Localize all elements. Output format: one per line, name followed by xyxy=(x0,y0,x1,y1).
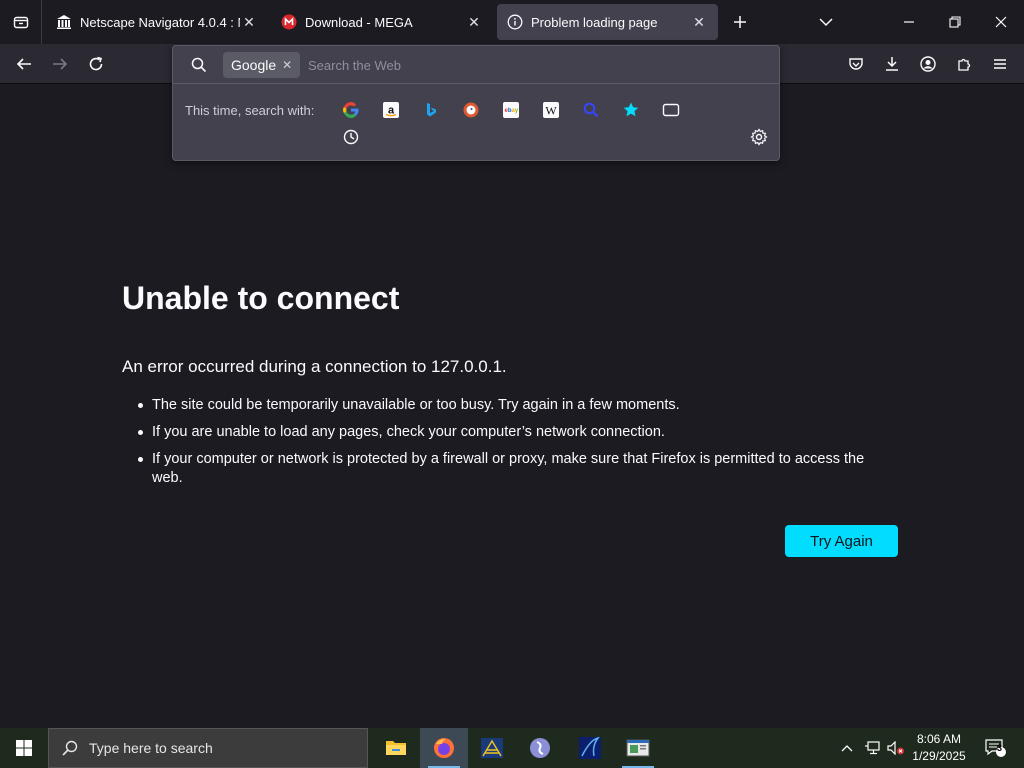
clock-date: 1/29/2025 xyxy=(912,749,966,763)
urlbar-input[interactable]: Search the Web xyxy=(308,58,401,73)
urlbar-search-panel: Google ✕ Search the Web This time, searc… xyxy=(172,45,780,161)
list-item: If your computer or network is protected… xyxy=(136,450,896,488)
windows-taskbar: Type here to search 8:06 AM 1/29/2025 3 xyxy=(0,728,1024,768)
firefox-icon xyxy=(434,738,454,758)
urlbar-input-row: Google ✕ Search the Web xyxy=(173,46,779,84)
volume-muted-icon xyxy=(887,741,904,755)
tab-strip: Netscape Navigator 4.0.4 : Netscape ✕ Do… xyxy=(0,0,1024,44)
close-tab-icon[interactable]: ✕ xyxy=(690,13,708,31)
bookmarks-star-icon[interactable] xyxy=(619,98,643,122)
app-logo-icon xyxy=(530,738,550,758)
back-button[interactable] xyxy=(8,48,40,80)
minimize-icon xyxy=(904,21,914,23)
network-tray-button[interactable] xyxy=(860,728,884,768)
search-settings-gear-icon[interactable] xyxy=(747,125,771,149)
firefox-taskbar-button[interactable] xyxy=(420,728,468,768)
start-button[interactable] xyxy=(0,728,48,768)
remove-engine-icon[interactable]: ✕ xyxy=(282,58,292,72)
tab-title: Netscape Navigator 4.0.4 : Netscape xyxy=(80,14,240,30)
restore-icon xyxy=(949,16,961,28)
search-engine-chip[interactable]: Google ✕ xyxy=(223,52,301,78)
tab-mega[interactable]: Download - MEGA ✕ xyxy=(271,4,493,40)
pocket-button[interactable] xyxy=(840,48,872,80)
tab-title: Problem loading page xyxy=(531,14,658,30)
tab-netscape[interactable]: Netscape Navigator 4.0.4 : Netscape ✕ xyxy=(46,4,268,40)
netscape-icon xyxy=(579,736,601,759)
mascot-app-taskbar-button[interactable] xyxy=(516,728,564,768)
search-icon xyxy=(191,57,207,78)
clock-time: 8:06 AM xyxy=(916,732,962,746)
close-tab-icon[interactable]: ✕ xyxy=(240,13,258,31)
tab-title: Download - MEGA xyxy=(305,14,413,30)
arrow-left-icon xyxy=(16,58,31,70)
error-suggestions: The site could be temporarily unavailabl… xyxy=(136,396,896,496)
taskbar-search-box[interactable]: Type here to search xyxy=(48,728,368,768)
hamburger-icon xyxy=(994,59,1006,69)
forward-button[interactable] xyxy=(44,48,76,80)
folder-icon xyxy=(386,741,406,755)
bing-icon[interactable] xyxy=(419,98,443,122)
google-icon[interactable] xyxy=(339,98,363,122)
close-window-button[interactable] xyxy=(978,0,1024,44)
show-hidden-icons-button[interactable] xyxy=(836,728,858,768)
duckduckgo-icon[interactable] xyxy=(459,98,483,122)
notification-center-button[interactable]: 3 xyxy=(978,728,1012,768)
document-window-icon xyxy=(626,739,650,757)
close-icon xyxy=(995,16,1007,28)
app-menu-button[interactable] xyxy=(984,48,1016,80)
reload-icon xyxy=(89,56,103,71)
search-icon xyxy=(62,740,78,756)
netscape-taskbar-button[interactable] xyxy=(566,728,614,768)
list-item: The site could be temporarily unavailabl… xyxy=(136,396,896,415)
error-title: Unable to connect xyxy=(122,280,400,316)
file-explorer-taskbar-button[interactable] xyxy=(372,728,420,768)
museum-icon xyxy=(57,15,71,29)
tab-overflow-button[interactable] xyxy=(803,0,849,44)
list-all-tabs-button[interactable] xyxy=(0,0,42,44)
tab-problem-loading[interactable]: Problem loading page ✕ xyxy=(497,4,718,40)
info-icon xyxy=(507,14,523,30)
mega-icon xyxy=(281,14,297,30)
tabs-icon[interactable] xyxy=(659,98,683,122)
download-icon xyxy=(886,57,898,71)
notification-icon xyxy=(985,739,1006,757)
account-button[interactable] xyxy=(912,48,944,80)
close-tab-icon[interactable]: ✕ xyxy=(465,13,483,31)
notification-count-badge: 3 xyxy=(997,743,1003,753)
svg-text:ebay: ebay xyxy=(505,108,519,114)
reload-button[interactable] xyxy=(80,48,112,80)
error-subtitle: An error occurred during a connection to… xyxy=(122,357,507,376)
downloads-button[interactable] xyxy=(876,48,908,80)
ebay-icon[interactable]: ebay xyxy=(499,98,523,122)
search-engine-name: Google xyxy=(231,57,277,73)
search-icon[interactable] xyxy=(579,98,603,122)
extensions-button[interactable] xyxy=(948,48,980,80)
network-icon xyxy=(865,741,880,755)
svg-text:W: W xyxy=(545,104,557,118)
chevron-down-icon xyxy=(819,18,833,27)
tab-list-icon xyxy=(13,16,28,29)
plus-icon xyxy=(734,16,746,28)
history-icon[interactable] xyxy=(339,125,363,149)
try-again-button[interactable]: Try Again xyxy=(785,525,898,557)
restore-button[interactable] xyxy=(932,0,978,44)
windows-logo-icon xyxy=(16,740,32,756)
pocket-icon xyxy=(849,58,863,70)
search-with-label: This time, search with: xyxy=(185,103,315,118)
amazon-icon[interactable]: a xyxy=(379,98,403,122)
antenna-app-icon xyxy=(481,738,503,758)
list-item: If you are unable to load any pages, che… xyxy=(136,423,896,442)
system-clock[interactable]: 8:06 AM 1/29/2025 xyxy=(905,731,973,765)
account-icon xyxy=(920,56,936,72)
arrow-right-icon xyxy=(53,58,68,70)
taskbar-search-placeholder: Type here to search xyxy=(89,740,213,756)
network-app-taskbar-button[interactable] xyxy=(468,728,516,768)
wikipedia-icon[interactable]: W xyxy=(539,98,563,122)
minimize-button[interactable] xyxy=(886,0,932,44)
chevron-up-icon xyxy=(841,745,853,752)
document-viewer-taskbar-button[interactable] xyxy=(614,728,662,768)
puzzle-icon xyxy=(958,58,971,71)
new-tab-button[interactable] xyxy=(718,0,762,44)
